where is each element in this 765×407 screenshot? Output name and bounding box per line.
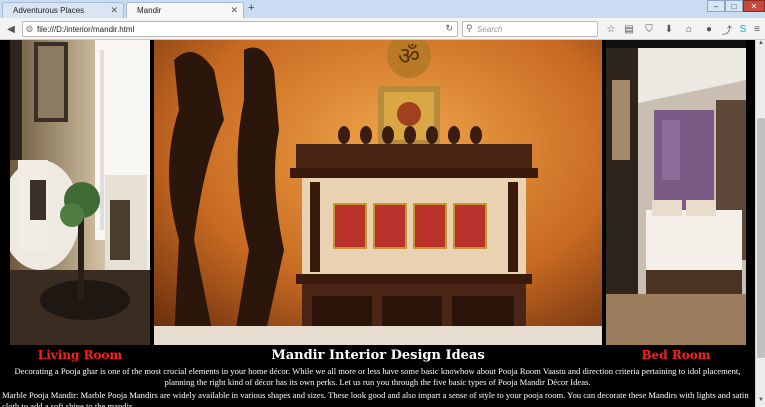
scroll-down-icon[interactable]: ▼ — [756, 397, 765, 407]
menu-icon[interactable]: ≡ — [750, 22, 764, 36]
reading-list-icon[interactable]: ▤ — [622, 22, 636, 36]
share-icon[interactable]: ⤴ — [720, 22, 734, 37]
mandir-image: ॐ — [154, 40, 602, 345]
close-icon[interactable]: ✕ — [110, 5, 118, 16]
search-input[interactable]: ⚲ Search — [462, 21, 598, 37]
page-title: Mandir Interior Design Ideas — [271, 348, 485, 363]
navigation-bar: ◀ ◍ file:///D:/interior/mandir.html ↻ ⚲ … — [0, 18, 765, 40]
window-close-button[interactable]: ✕ — [743, 0, 765, 12]
close-icon[interactable]: ✕ — [230, 5, 238, 16]
intro-paragraph: Decorating a Pooja ghar is one of the mo… — [14, 366, 741, 387]
chat-icon[interactable]: ● — [702, 22, 716, 36]
living-room-image — [10, 40, 150, 345]
vertical-scrollbar[interactable]: ▲ ▼ — [755, 40, 765, 407]
tab-adventurous-places[interactable]: Adventurous Places ✕ — [2, 2, 124, 18]
address-bar[interactable]: ◍ file:///D:/interior/mandir.html ↻ — [22, 21, 458, 37]
reload-icon[interactable]: ↻ — [445, 23, 453, 34]
scroll-up-icon[interactable]: ▲ — [756, 40, 765, 50]
bed-room-caption: Bed Room — [641, 348, 711, 362]
url-text: file:///D:/interior/mandir.html — [37, 24, 135, 34]
bed-room-image — [606, 40, 746, 345]
globe-icon: ◍ — [26, 24, 33, 33]
marble-paragraph: Marble Pooja Mandir: Marble Pooja Mandir… — [2, 390, 749, 407]
skype-icon[interactable]: S — [736, 22, 750, 36]
star-icon[interactable]: ☆ — [604, 22, 618, 36]
living-room-caption: Living Room — [37, 348, 123, 362]
svg-text:ॐ: ॐ — [398, 42, 420, 70]
tab-label: Adventurous Places — [13, 6, 85, 15]
tab-mandir[interactable]: Mandir ✕ — [126, 2, 244, 18]
search-icon: ⚲ — [466, 23, 473, 33]
home-icon[interactable]: ⌂ — [682, 22, 696, 36]
scrollbar-thumb[interactable] — [757, 118, 765, 358]
maximize-button[interactable]: □ — [725, 0, 743, 12]
back-icon[interactable]: ◀ — [4, 22, 18, 36]
search-placeholder: Search — [477, 24, 503, 34]
new-tab-icon[interactable]: + — [248, 2, 254, 14]
download-icon[interactable]: ⬇ — [662, 22, 676, 36]
minimize-button[interactable]: – — [707, 0, 725, 12]
tab-strip: Adventurous Places ✕ Mandir ✕ + – □ ✕ — [0, 0, 765, 18]
pocket-icon[interactable]: ⛉ — [642, 22, 656, 36]
tab-label: Mandir — [137, 6, 162, 15]
page-content: ॐ Living Room Mandir Interior Design Ide… — [0, 40, 755, 407]
